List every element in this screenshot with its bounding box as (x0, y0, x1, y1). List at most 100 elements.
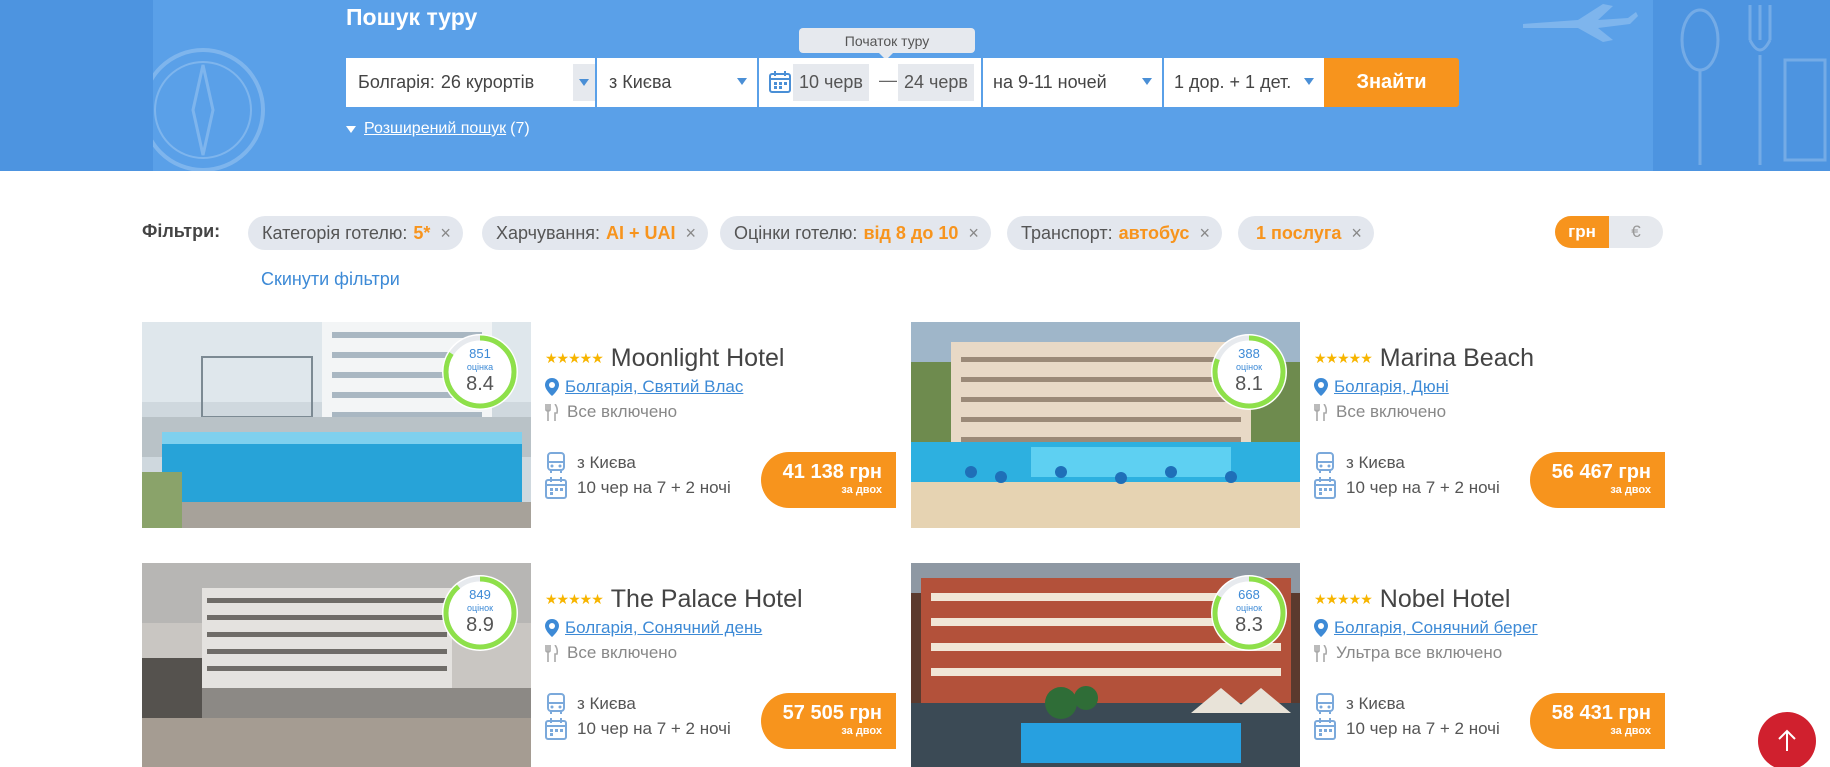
hotel-meal: Все включено (1314, 402, 1446, 422)
review-count-label: оцінок (466, 603, 494, 613)
chip-name: Харчування: (496, 222, 601, 243)
hotel-title-row: ★★★★★ Moonlight Hotel (545, 344, 784, 373)
filter-chip-hotel-rating[interactable]: Оцінки готелю: від 8 до 10 × (720, 216, 991, 250)
price-note: за двох (841, 725, 882, 737)
currency-toggle: грн € (1555, 216, 1663, 248)
close-icon[interactable]: × (968, 223, 979, 244)
find-button[interactable]: Знайти (1324, 58, 1459, 107)
chip-name: Категорія готелю: (262, 222, 408, 243)
hotel-meal: Все включено (545, 402, 677, 422)
location-pin-icon (1314, 619, 1328, 637)
travelers-select[interactable]: 1 дор. + 1 дет. (1164, 58, 1324, 107)
date-range-field[interactable]: 10 черв — 24 черв (759, 58, 981, 107)
filter-chip-services[interactable]: 1 послуга × (1238, 216, 1374, 250)
tour-dates-text: 10 чер на 7 + 2 ночі (1346, 719, 1500, 738)
close-icon[interactable]: × (1351, 223, 1362, 244)
date-tooltip: Початок туру (799, 28, 975, 60)
hotel-location-link[interactable]: Болгарія, Святий Влас (565, 377, 743, 397)
hotel-title-row: ★★★★★ Nobel Hotel (1314, 585, 1510, 614)
search-hero: Пошук туру Початок туру Болгарія: 26 кур… (0, 0, 1830, 171)
hotel-rating: 851 оцінка 8.4 (442, 334, 518, 410)
hotel-location-link[interactable]: Болгарія, Сонячний берег (1334, 618, 1538, 638)
departure-city-select[interactable]: з Києва (597, 58, 757, 107)
fork-knife-icon (545, 644, 559, 662)
departure-city: з Києва (1346, 453, 1405, 472)
currency-uah[interactable]: грн (1555, 216, 1609, 248)
bus-icon (547, 452, 565, 473)
review-count: 851 (469, 346, 491, 361)
calendar-icon (1314, 718, 1336, 740)
hotel-score: 8.3 (1235, 614, 1263, 636)
country-select[interactable]: Болгарія: 26 курортів (346, 58, 595, 107)
star-rating: ★★★★★ (1314, 591, 1373, 607)
country-value: 26 курортів (440, 72, 535, 92)
departure-city: з Києва (1346, 694, 1405, 713)
country-dropdown-toggle[interactable] (573, 64, 595, 101)
location-pin-icon (545, 619, 559, 637)
scroll-to-top-button[interactable] (1758, 712, 1816, 767)
hotel-info: ★★★★★ Marina Beach Болгарія, Дюні Все вк… (1314, 322, 1681, 528)
price-button[interactable]: 58 431 грн за двох (1530, 693, 1665, 749)
price-button[interactable]: 57 505 грн за двох (761, 693, 896, 749)
price-note: за двох (841, 484, 882, 496)
chip-value: 5* (413, 222, 431, 243)
advanced-search-link[interactable]: Розширений пошук (364, 120, 506, 138)
review-count-label: оцінка (466, 362, 494, 372)
filter-chip-transport[interactable]: Транспорт: автобус × (1007, 216, 1222, 250)
date-from[interactable]: 10 черв (793, 64, 869, 101)
review-count: 668 (1238, 587, 1260, 602)
price-amount: 58 431 грн (1551, 702, 1651, 724)
hotel-location: Болгарія, Сонячний день (545, 618, 762, 638)
tour-dates-text: 10 чер на 7 + 2 ночі (577, 478, 731, 497)
departure-city: з Києва (577, 453, 636, 472)
search-title: Пошук туру (346, 4, 478, 30)
chip-value: від 8 до 10 (863, 222, 959, 243)
hotel-name[interactable]: The Palace Hotel (611, 585, 803, 614)
price-button[interactable]: 41 138 грн за двох (761, 452, 896, 508)
page: Пошук туру Початок туру Болгарія: 26 кур… (0, 0, 1830, 767)
hotel-card[interactable]: 849 оцінок 8.9 ★★★★★ The Palace Hotel Бо… (142, 563, 912, 767)
price-note: за двох (1610, 484, 1651, 496)
nights-select[interactable]: на 9-11 ночей (983, 58, 1162, 107)
close-icon[interactable]: × (686, 223, 697, 244)
filter-chip-meals[interactable]: Харчування: AI + UAI × (482, 216, 709, 250)
hotel-location: Болгарія, Сонячний берег (1314, 618, 1538, 638)
chip-value: 1 послуга (1256, 222, 1342, 243)
filter-chip-hotel-category[interactable]: Категорія готелю: 5* × (248, 216, 463, 250)
star-rating: ★★★★★ (545, 591, 604, 607)
review-count: 849 (469, 587, 491, 602)
fork-knife-icon (1314, 644, 1328, 662)
close-icon[interactable]: × (440, 223, 451, 244)
hotel-name[interactable]: Marina Beach (1380, 344, 1534, 373)
chip-value: AI + UAI (606, 222, 676, 243)
departure-city-value: з Києва (609, 72, 672, 92)
hotel-location-link[interactable]: Болгарія, Сонячний день (565, 618, 762, 638)
price-button[interactable]: 56 467 грн за двох (1530, 452, 1665, 508)
hotel-name[interactable]: Moonlight Hotel (611, 344, 785, 373)
departure-info: з Києва (1314, 452, 1405, 474)
triangle-down-icon (346, 125, 356, 133)
hotel-location-link[interactable]: Болгарія, Дюні (1334, 377, 1449, 397)
hotel-card[interactable]: 851 оцінка 8.4 ★★★★★ Moonlight Hotel Бол… (142, 322, 912, 528)
calendar-icon (545, 718, 567, 740)
hotel-info: ★★★★★ Moonlight Hotel Болгарія, Святий В… (545, 322, 912, 528)
advanced-search-toggle[interactable]: Розширений пошук (7) (346, 120, 530, 138)
date-to[interactable]: 24 черв (898, 64, 974, 101)
hotel-card[interactable]: 668 оцінок 8.3 ★★★★★ Nobel Hotel Болгарі… (911, 563, 1681, 767)
reset-filters-link[interactable]: Скинути фільтри (261, 269, 400, 290)
bus-icon (1316, 693, 1334, 714)
hotel-card[interactable]: 388 оцінок 8.1 ★★★★★ Marina Beach Болгар… (911, 322, 1681, 528)
tour-dates-text: 10 чер на 7 + 2 ночі (1346, 478, 1500, 497)
tour-dates: 10 чер на 7 + 2 ночі (1314, 718, 1500, 740)
review-count-label: оцінок (1235, 603, 1263, 613)
chevron-down-icon (737, 78, 747, 85)
hotel-rating: 849 оцінок 8.9 (442, 575, 518, 651)
hotel-location: Болгарія, Дюні (1314, 377, 1449, 397)
location-pin-icon (1314, 378, 1328, 396)
close-icon[interactable]: × (1199, 223, 1210, 244)
currency-eur[interactable]: € (1609, 216, 1663, 248)
hotel-name[interactable]: Nobel Hotel (1380, 585, 1511, 614)
chevron-down-icon (1142, 78, 1152, 85)
chip-name: Оцінки готелю: (734, 222, 858, 243)
review-count-label: оцінок (1235, 362, 1263, 372)
